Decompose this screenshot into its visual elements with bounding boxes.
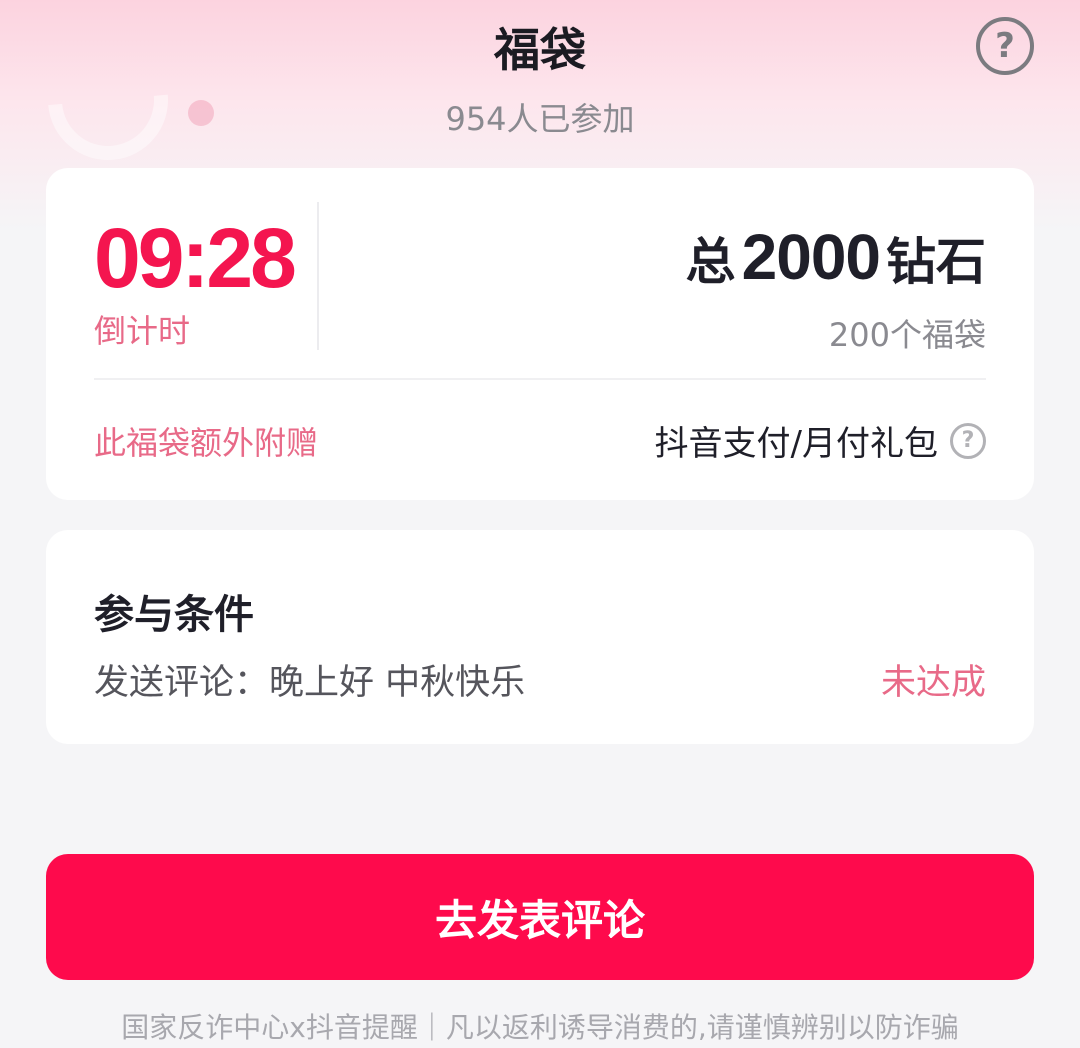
horizontal-divider bbox=[94, 378, 986, 380]
participants-count: 954人已参加 bbox=[445, 100, 635, 138]
page-title: 福袋 bbox=[494, 23, 586, 77]
condition-status: 未达成 bbox=[880, 663, 986, 703]
prize-amount: 2000 bbox=[741, 221, 881, 293]
bag-count: 200个福袋 bbox=[828, 316, 986, 354]
bonus-value: 抖音支付/月付礼包 bbox=[654, 424, 938, 464]
post-comment-button[interactable]: 去发表评论 bbox=[46, 854, 1034, 980]
bonus-info[interactable]: 抖音支付/月付礼包 ? bbox=[655, 416, 986, 465]
conditions-card: 参与条件 发送评论：晚上好 中秋快乐 未达成 bbox=[46, 530, 1034, 744]
condition-requirement: 发送评论：晚上好 中秋快乐 bbox=[94, 663, 526, 703]
prize-unit: 钻石 bbox=[886, 233, 986, 291]
question-circle-icon[interactable]: ? bbox=[950, 422, 986, 459]
prize-card: 09:28 倒计时 总 2000 钻石 200个福袋 此福袋额外附赠 抖音支付/… bbox=[46, 168, 1034, 500]
help-button[interactable]: ? bbox=[976, 17, 1034, 75]
anti-fraud-notice: 国家反诈中心x抖音提醒｜凡以返利诱导消费的,请谨慎辨别以防诈骗 bbox=[121, 1011, 959, 1044]
question-circle-icon: ? bbox=[995, 26, 1015, 66]
prize-total: 总 2000 钻石 bbox=[686, 220, 986, 294]
countdown-timer: 09:28 bbox=[94, 211, 297, 305]
countdown-label: 倒计时 bbox=[94, 312, 191, 350]
bonus-label: 此福袋额外附赠 bbox=[94, 424, 319, 462]
conditions-title: 参与条件 bbox=[94, 592, 254, 638]
vertical-divider bbox=[317, 202, 319, 350]
prize-prefix: 总 bbox=[685, 233, 736, 291]
